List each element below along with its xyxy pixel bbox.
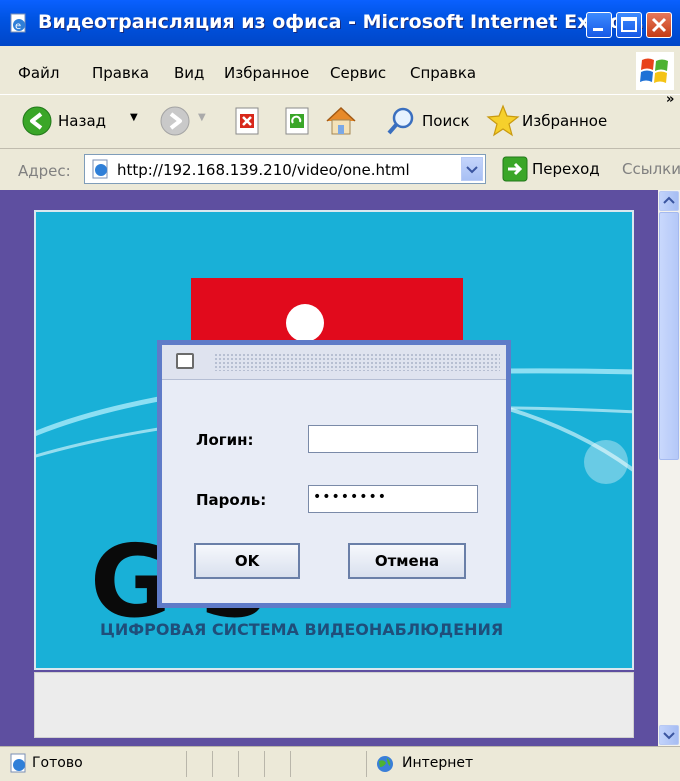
favorites-star-icon[interactable] <box>486 104 520 138</box>
ie-page-icon <box>10 753 26 773</box>
address-input[interactable]: http://192.168.139.210/video/one.html <box>84 154 486 184</box>
scroll-up-button[interactable] <box>659 191 679 211</box>
ie-page-icon: e <box>10 13 26 33</box>
search-button-label[interactable]: Поиск <box>422 112 470 130</box>
links-label[interactable]: Ссылки <box>622 160 680 178</box>
login-label: Логин: <box>196 431 254 449</box>
login-input[interactable] <box>308 425 478 453</box>
menu-view[interactable]: Вид <box>174 64 204 82</box>
maximize-icon <box>621 17 637 32</box>
refresh-icon[interactable] <box>282 106 312 136</box>
logo-white-dot <box>286 304 324 342</box>
window-titlebar[interactable]: e Видеотрансляция из офиса - Microsoft I… <box>0 0 680 47</box>
window-title: Видеотрансляция из офиса - Microsoft Int… <box>38 11 645 33</box>
address-bar: Адрес: http://192.168.139.210/video/one.… <box>0 150 680 191</box>
dialog-title-pattern <box>214 353 500 371</box>
status-divider <box>186 751 187 777</box>
menu-help[interactable]: Справка <box>410 64 476 82</box>
password-label: Пароль: <box>196 491 267 509</box>
ok-button[interactable]: OK <box>194 543 300 579</box>
minimize-icon <box>593 28 603 31</box>
windows-flag-icon <box>636 52 674 90</box>
chevron-down-icon <box>663 732 675 740</box>
status-divider <box>212 751 213 777</box>
forward-arrow-icon[interactable] <box>160 106 190 136</box>
menu-file[interactable]: Файл <box>18 64 59 82</box>
address-url: http://192.168.139.210/video/one.html <box>117 161 410 179</box>
status-divider <box>264 751 265 777</box>
back-button-label[interactable]: Назад <box>58 112 106 130</box>
chevron-down-icon <box>466 166 478 174</box>
password-input[interactable]: •••••••• <box>308 485 478 513</box>
close-icon <box>651 17 667 33</box>
minimize-button[interactable] <box>586 12 612 38</box>
security-zone-label: Интернет <box>402 755 474 771</box>
vertical-scrollbar[interactable] <box>658 190 680 746</box>
svg-text:e: e <box>15 21 21 32</box>
menu-bar: Файл Правка Вид Избранное Сервис Справка <box>0 46 680 95</box>
search-icon[interactable] <box>386 106 416 136</box>
window-icon <box>176 353 194 369</box>
go-arrow-icon[interactable] <box>502 156 528 182</box>
chevron-up-icon <box>663 196 675 204</box>
menu-tools[interactable]: Сервис <box>330 64 386 82</box>
scroll-down-button[interactable] <box>659 725 679 745</box>
menu-favorites[interactable]: Избранное <box>224 64 309 82</box>
stop-icon[interactable] <box>232 106 262 136</box>
favorites-button-label[interactable]: Избранное <box>522 112 607 130</box>
toolbar-overflow-icon[interactable]: » <box>666 92 674 107</box>
forward-dropdown-icon[interactable]: ▼ <box>198 112 206 123</box>
applet-bottom-panel <box>34 672 634 738</box>
address-label: Адрес: <box>18 162 71 180</box>
toolbar: Назад ▼ ▼ Поиск Избранное » <box>0 92 680 149</box>
close-button[interactable] <box>646 12 672 38</box>
dialog-titlebar[interactable] <box>162 345 506 380</box>
address-dropdown-button[interactable] <box>461 157 483 181</box>
maximize-button[interactable] <box>616 12 642 38</box>
status-divider <box>238 751 239 777</box>
status-divider <box>366 751 367 777</box>
internet-globe-icon <box>377 756 393 772</box>
status-bar: Готово Интернет <box>0 746 680 781</box>
back-dropdown-icon[interactable]: ▼ <box>130 112 138 123</box>
ie-page-icon <box>92 159 108 179</box>
cancel-button[interactable]: Отмена <box>348 543 466 579</box>
logo-subtitle: ЦИФРОВАЯ СИСТЕМА ВИДЕОНАБЛЮДЕНИЯ <box>100 620 504 639</box>
home-icon[interactable] <box>324 104 358 138</box>
scroll-thumb[interactable] <box>659 212 679 460</box>
menu-edit[interactable]: Правка <box>92 64 149 82</box>
go-button-label[interactable]: Переход <box>532 160 600 178</box>
status-divider <box>290 751 291 777</box>
login-dialog: Логин: Пароль: •••••••• OK Отмена <box>157 340 511 608</box>
status-text: Готово <box>32 755 83 771</box>
back-arrow-icon[interactable] <box>22 106 52 136</box>
